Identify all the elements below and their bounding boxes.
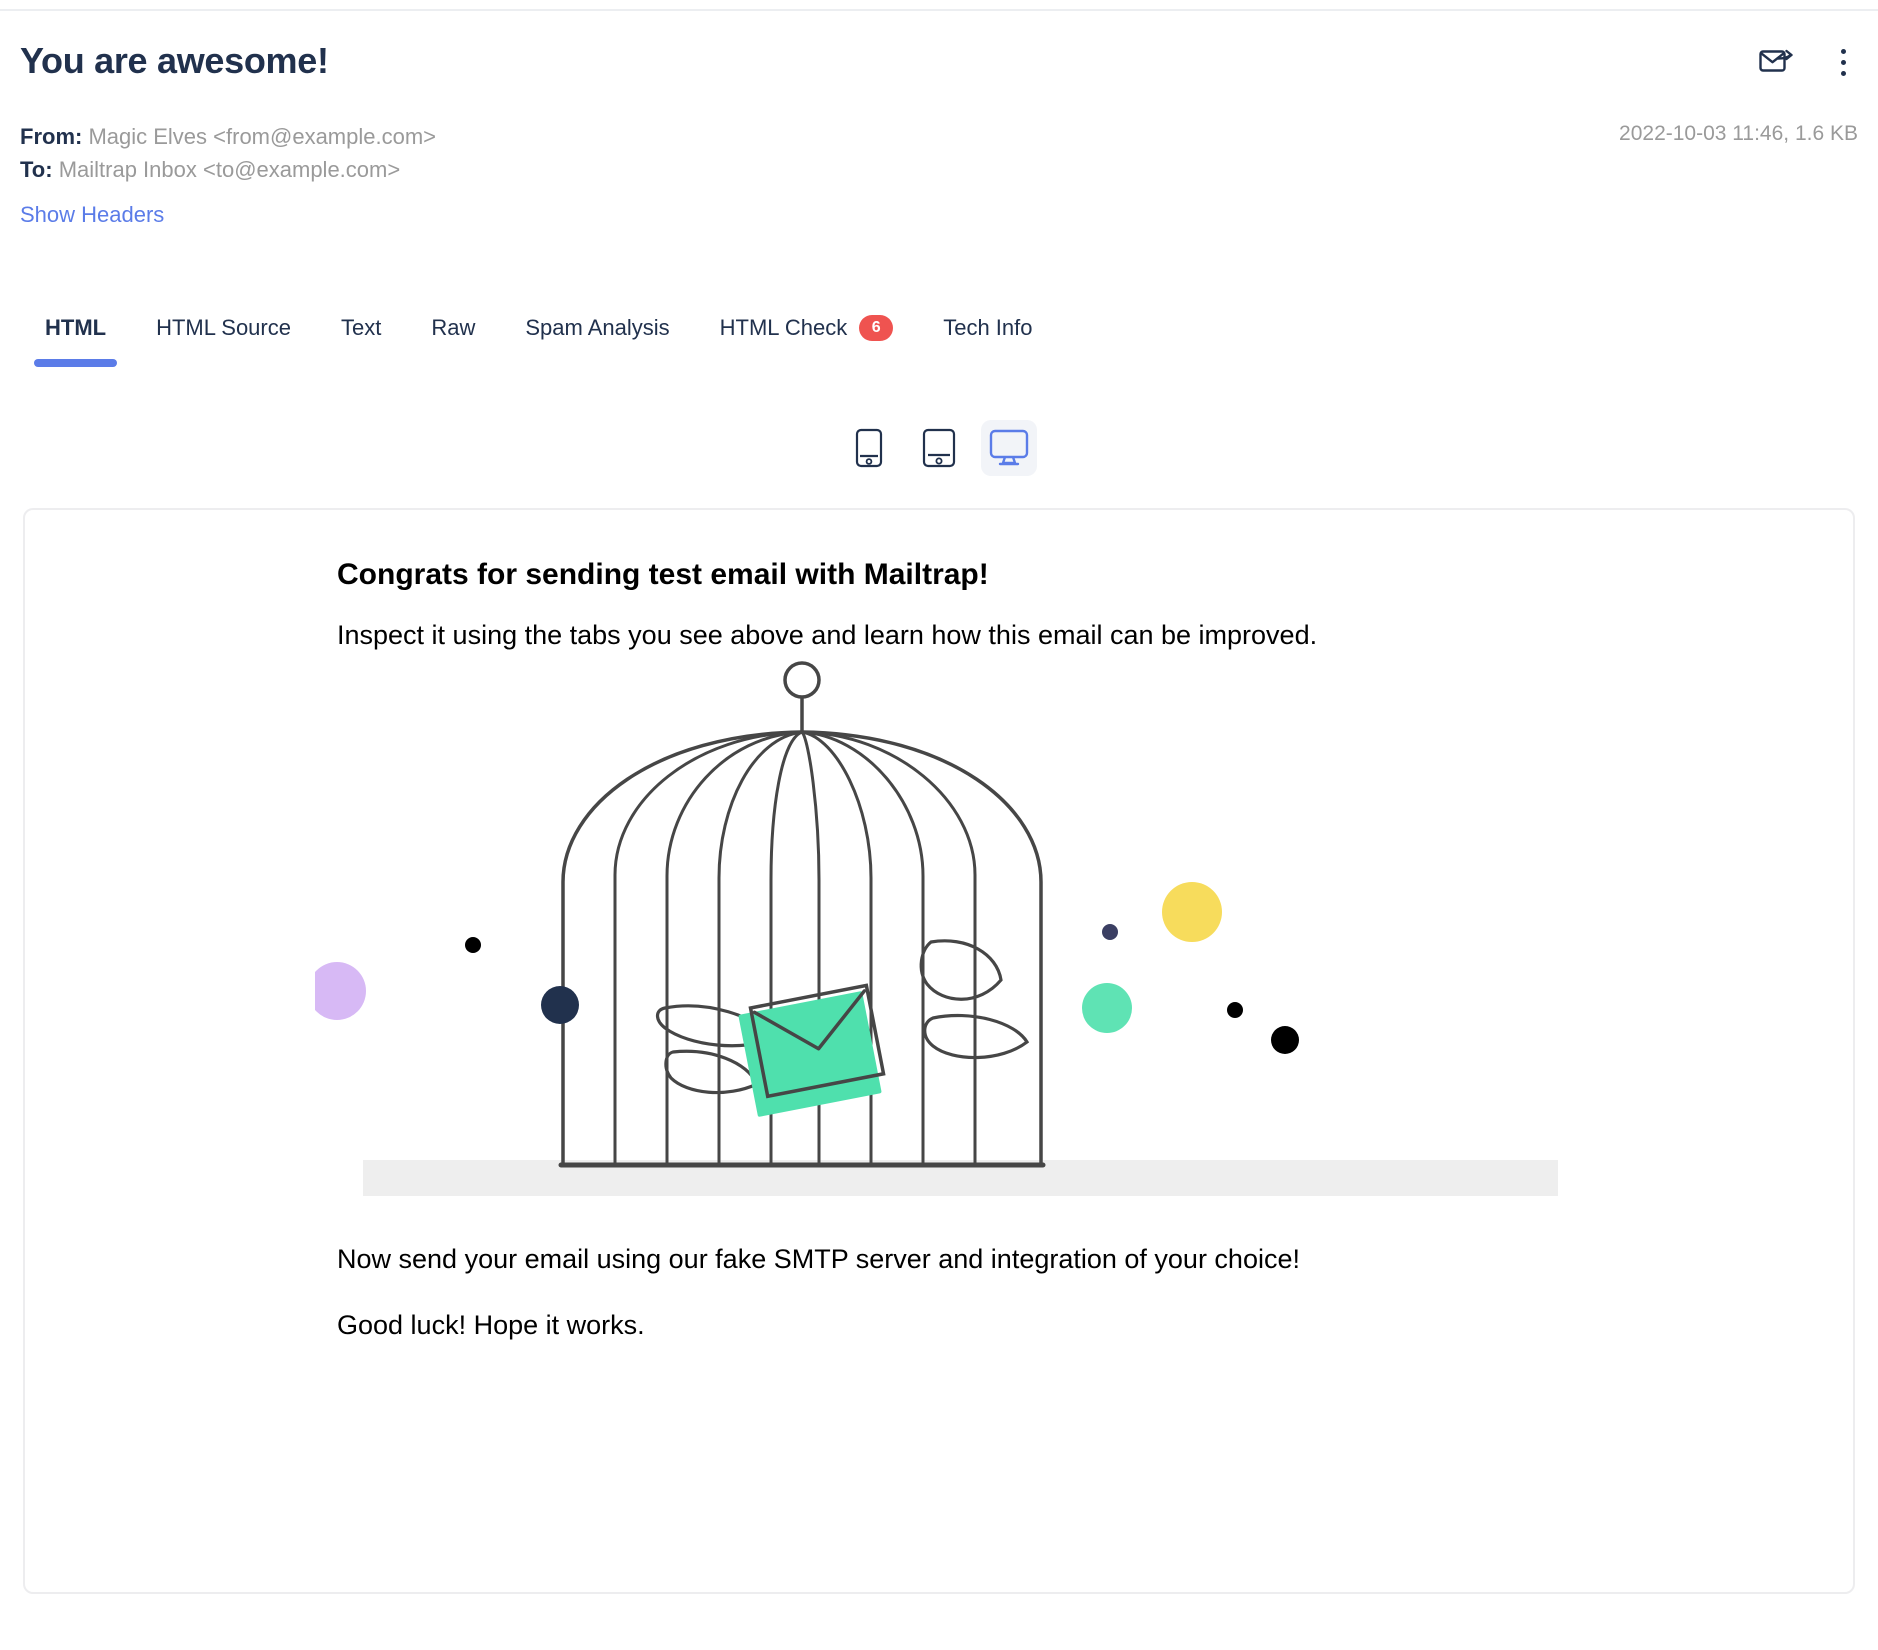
tab-label: HTML Source: [156, 315, 291, 340]
email-header: You are awesome! From: Magic Elves <from…: [0, 34, 1878, 227]
tab-label: Text: [340, 315, 382, 340]
tab-tech-info[interactable]: Tech Info: [918, 297, 1057, 359]
email-paragraph-1: Inspect it using the tabs you see above …: [337, 620, 1318, 650]
tab-text[interactable]: Text: [316, 297, 406, 359]
show-headers-link[interactable]: Show Headers: [20, 202, 164, 228]
kebab-dot: [1840, 48, 1846, 54]
birdcage-with-winged-envelope-illustration: [308, 660, 1575, 1230]
kebab-dot: [1840, 70, 1846, 76]
email-paragraph-3: Good luck! Hope it works.: [337, 1310, 645, 1340]
kebab-dot: [1840, 59, 1846, 65]
email-preview-card: Congrats for sending test email with Mai…: [23, 508, 1855, 1594]
tab-html-check[interactable]: HTML Check 6: [695, 297, 919, 359]
kebab-menu-icon[interactable]: [1828, 44, 1858, 80]
tablet-icon[interactable]: [911, 420, 967, 476]
tab-bar: HTML HTML Source Text Raw Spam Analysis …: [0, 297, 1878, 387]
page-title: You are awesome!: [20, 40, 329, 81]
email-timestamp: 2022-10-03 11:46, 1.6 KB: [1619, 122, 1858, 145]
envelope-forward-icon[interactable]: [1758, 44, 1794, 80]
tab-label: HTML: [45, 315, 107, 340]
email-paragraph-2: Now send your email using our fake SMTP …: [337, 1244, 1300, 1274]
desktop-icon[interactable]: [981, 420, 1037, 476]
tab-label: Raw: [431, 315, 476, 340]
email-heading: Congrats for sending test email with Mai…: [337, 558, 989, 591]
from-value: Magic Elves <from@example.com>: [88, 124, 437, 149]
header-actions: [1758, 44, 1858, 80]
email-viewer-page: You are awesome! From: Magic Elves <from…: [0, 0, 1878, 1650]
to-line: To: Mailtrap Inbox <to@example.com>: [20, 153, 1858, 186]
tab-spam-analysis[interactable]: Spam Analysis: [500, 297, 694, 359]
tab-label: Tech Info: [943, 315, 1033, 340]
tab-label: Spam Analysis: [525, 315, 670, 340]
tab-html[interactable]: HTML: [20, 297, 131, 367]
device-preview-toggle: [0, 420, 1878, 476]
email-meta: From: Magic Elves <from@example.com> To:…: [0, 120, 1878, 186]
from-line: From: Magic Elves <from@example.com>: [20, 120, 1858, 153]
tab-raw[interactable]: Raw: [406, 297, 500, 359]
from-label: From:: [20, 124, 83, 149]
top-divider: [0, 9, 1878, 11]
subject-row: You are awesome!: [0, 34, 1878, 96]
tab-html-source[interactable]: HTML Source: [131, 297, 316, 359]
to-label: To:: [20, 157, 53, 182]
html-check-badge: 6: [859, 315, 894, 341]
mobile-icon[interactable]: [841, 420, 897, 476]
tab-label: HTML Check: [719, 315, 848, 340]
to-value: Mailtrap Inbox <to@example.com>: [58, 157, 401, 182]
